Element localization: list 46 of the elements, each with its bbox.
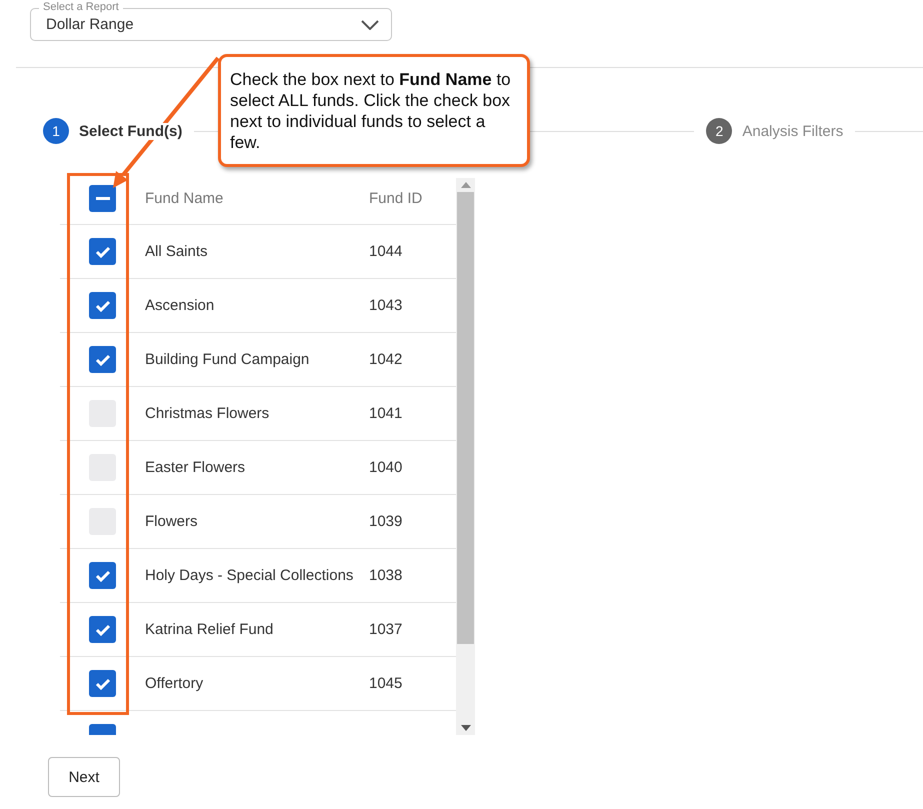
checkbox[interactable]	[89, 184, 116, 212]
fund-id: 1039	[369, 513, 404, 530]
minus-icon	[96, 196, 110, 200]
select-label: Select a Report	[39, 1, 123, 14]
fund-name: Offertory	[145, 675, 204, 692]
column-header[interactable]: Fund ID	[369, 190, 449, 206]
scrollbar[interactable]	[456, 178, 475, 735]
column-header[interactable]: Fund Name	[145, 190, 369, 206]
fund-name: Ascension	[145, 297, 216, 314]
checkbox[interactable]	[89, 292, 116, 319]
next-button[interactable]: Next	[48, 757, 120, 797]
fund-id: 1038	[369, 567, 404, 584]
chevron-down-icon	[361, 20, 379, 30]
fund-id: 1042	[369, 351, 404, 368]
checkmark-icon	[94, 570, 110, 582]
fund-id: 1045	[369, 675, 404, 692]
fund-name: Holy Days - Special Collections	[145, 567, 354, 584]
fund-name: Flowers	[145, 513, 199, 530]
checkbox[interactable]	[89, 616, 116, 643]
checkbox[interactable]	[89, 562, 116, 589]
callout-note: Check the box next to Fund Name to select ALL funds. Click the check box next to individual funds to select a few.	[218, 54, 530, 167]
checkmark-icon	[94, 354, 110, 366]
checkbox[interactable]	[89, 670, 116, 697]
checkmark-icon	[94, 678, 110, 690]
step-label[interactable]: Analysis Filters	[742, 122, 844, 140]
checkbox[interactable]	[89, 238, 116, 265]
scrollbar-thumb[interactable]	[457, 192, 474, 644]
fund-name: Katrina Relief Fund	[145, 621, 274, 638]
fund-id: 1037	[369, 621, 404, 638]
scroll-down-icon[interactable]	[460, 725, 470, 731]
fund-id: 1041	[369, 405, 404, 422]
fund-name: Building Fund Campaign	[145, 351, 310, 368]
step-number: 2	[706, 118, 732, 144]
select-value: Dollar Range	[46, 16, 134, 33]
fund-id: 1040	[369, 459, 404, 476]
fund-name: Christmas Flowers	[145, 405, 270, 422]
fund-id: 1044	[369, 243, 404, 260]
fund-name: All Saints	[145, 243, 209, 260]
step-number: 1	[43, 118, 69, 144]
fund-name: Easter Flowers	[145, 459, 246, 476]
checkmark-icon	[94, 300, 110, 312]
checkmark-icon	[94, 246, 110, 258]
checkmark-icon	[94, 624, 110, 636]
step-label[interactable]: Select Fund(s)	[79, 122, 182, 140]
fund-id: 1043	[369, 297, 404, 314]
checkbox[interactable]	[89, 346, 116, 373]
